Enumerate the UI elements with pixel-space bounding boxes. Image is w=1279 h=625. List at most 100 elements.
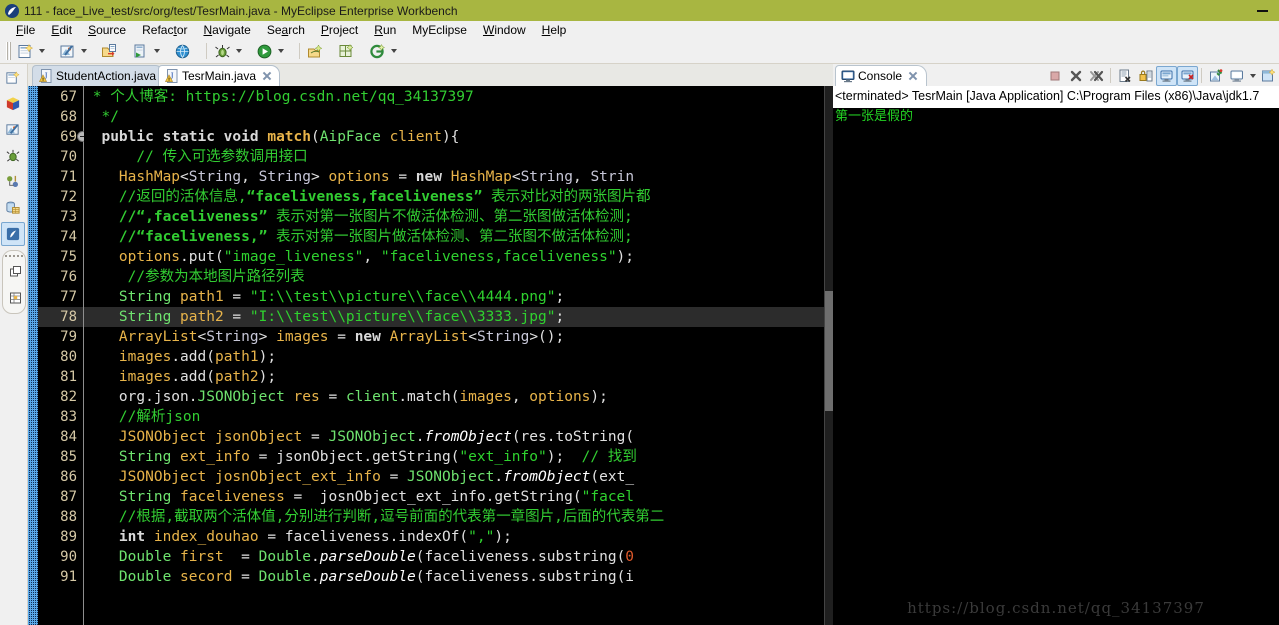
run-server-dropdown-icon[interactable] (151, 40, 162, 62)
debug-bug-icon[interactable] (0, 144, 26, 168)
menu-item-window[interactable]: Window (475, 22, 534, 38)
menu-item-source[interactable]: Source (80, 22, 134, 38)
code-token: "faceliveness,faceliveness" (380, 249, 617, 265)
open-myeclipse-dropdown-icon[interactable] (78, 40, 89, 62)
code-token: //“,faceliveness” (118, 209, 268, 225)
code-token: = (284, 489, 320, 505)
code-token: josnObject_ext_info.getString( (319, 489, 582, 505)
menu-item-project[interactable]: Project (313, 22, 366, 38)
code-line: public static void match(AipFace client)… (84, 127, 459, 147)
menu-mnemonic: P (320, 23, 329, 37)
code-token: JSONObject (118, 429, 207, 445)
run-server-icon[interactable] (129, 40, 151, 62)
menu-item-navigate[interactable]: Navigate (195, 22, 258, 38)
display-selected-console-icon[interactable] (1226, 66, 1247, 86)
code-line: //返回的活体信息,“faceliveness,faceliveness” 表示… (84, 187, 651, 207)
table-view-icon[interactable] (3, 286, 29, 310)
new-wizard-icon[interactable] (0, 66, 26, 90)
open-myeclipse-icon[interactable] (56, 40, 78, 62)
remove-all-terminated-icon[interactable] (1086, 66, 1107, 86)
open-console-icon[interactable] (1258, 66, 1279, 86)
clear-console-icon[interactable] (1114, 66, 1135, 86)
code-token: path2 (171, 309, 224, 325)
search-git-icon[interactable] (366, 40, 388, 62)
editor-vertical-scrollbar[interactable] (824, 86, 833, 625)
title-bar: 111 - face_Live_test/src/org/test/TesrMa… (0, 0, 1279, 21)
toolbar-grip[interactable] (6, 42, 11, 60)
display-selected-console-dropdown-icon[interactable] (1247, 66, 1258, 86)
search-git-dropdown-icon[interactable] (388, 40, 399, 62)
code-line: String ext_info = jsonObject.getString("… (84, 447, 637, 467)
code-token: String (188, 169, 242, 185)
myeclipse-explorer-icon[interactable] (0, 118, 26, 142)
save-deploy-icon[interactable] (98, 40, 120, 62)
open-browser-icon[interactable] (171, 40, 193, 62)
code-token: .add( (171, 369, 215, 385)
console-output[interactable]: 第一张是假的 (833, 108, 1279, 625)
source-text[interactable]: * 个人博客: https://blog.csdn.net/qq_3413739… (84, 86, 833, 625)
new-wizard-dropdown-icon[interactable] (36, 40, 47, 62)
code-line: Double first = Double.parseDouble(faceli… (84, 547, 634, 567)
remove-launch-icon[interactable] (1065, 66, 1086, 86)
annotation-ruler[interactable] (28, 86, 38, 625)
database-icon[interactable] (0, 196, 26, 220)
menu-item-run[interactable]: Run (366, 22, 404, 38)
run-dropdown-icon[interactable] (275, 40, 286, 62)
code-token: josnObject_ext_info (206, 469, 381, 485)
code-token: //解析json (118, 409, 201, 425)
code-token: Double (118, 549, 172, 565)
package-cube-icon[interactable] (0, 92, 26, 116)
line-number: 87 (60, 489, 77, 505)
line-number: 90 (60, 549, 77, 565)
code-token: . (494, 469, 504, 485)
pin-console-icon[interactable] (1205, 66, 1226, 86)
line-number: 82 (60, 389, 77, 405)
scrollbar-thumb[interactable] (825, 291, 833, 411)
menu-mnemonic: R (374, 23, 383, 37)
drag-handle-dots[interactable] (3, 253, 25, 258)
menu-item-refactor[interactable]: Refactor (134, 22, 195, 38)
scroll-lock-icon[interactable] (1135, 66, 1156, 86)
close-icon[interactable] (262, 71, 272, 81)
restore-view-icon[interactable] (3, 260, 29, 284)
java-perspective-icon[interactable] (1, 222, 25, 246)
menu-item-help[interactable]: Help (534, 22, 575, 38)
code-token: String (118, 309, 172, 325)
show-console-on-output-icon[interactable] (1156, 65, 1177, 86)
editor-tab-tesrmain[interactable]: J TesrMain.java (158, 65, 281, 86)
code-token: (faceliveness.substring( (415, 549, 626, 565)
new-window-icon[interactable] (335, 40, 357, 62)
code-line: options.put("image_liveness", "faceliven… (84, 247, 634, 267)
menu-item-search[interactable]: Search (259, 22, 313, 38)
menu-item-edit[interactable]: Edit (43, 22, 80, 38)
debug-dropdown-icon[interactable] (233, 40, 244, 62)
menu-item-myeclipse[interactable]: MyEclipse (404, 22, 475, 38)
new-wizard-icon[interactable] (14, 40, 36, 62)
terminate-icon[interactable] (1044, 66, 1065, 86)
code-token: = (302, 429, 329, 445)
code-line: images.add(path1); (84, 347, 276, 367)
code-token: ){ (441, 129, 460, 145)
console-tab[interactable]: Console (835, 65, 928, 86)
code-token: String (118, 489, 172, 505)
code-token: > (311, 169, 329, 185)
code-editor[interactable]: 67 68 69 70 71 72 73 74 75 76 77 78 79 80 81 82 83 84 85 86… (28, 86, 833, 625)
debug-icon[interactable] (211, 40, 233, 62)
close-icon[interactable] (908, 71, 918, 81)
external-tools-icon[interactable] (304, 40, 326, 62)
run-icon[interactable] (253, 40, 275, 62)
code-line: String path2 = "I:\\test\\picture\\face\… (84, 307, 564, 327)
show-console-on-error-icon[interactable] (1177, 65, 1198, 86)
code-line: org.json.JSONObject res = client.match(i… (84, 387, 608, 407)
hierarchy-icon[interactable] (0, 170, 26, 194)
code-token: HashMap (118, 169, 181, 185)
code-token: > (258, 329, 277, 345)
code-token: jsonObject.getString( (276, 449, 460, 465)
editor-tab-studentaction[interactable]: J StudentAction.java (32, 65, 165, 86)
minimize-button[interactable] (1246, 0, 1279, 21)
menu-item-file[interactable]: File (8, 22, 43, 38)
